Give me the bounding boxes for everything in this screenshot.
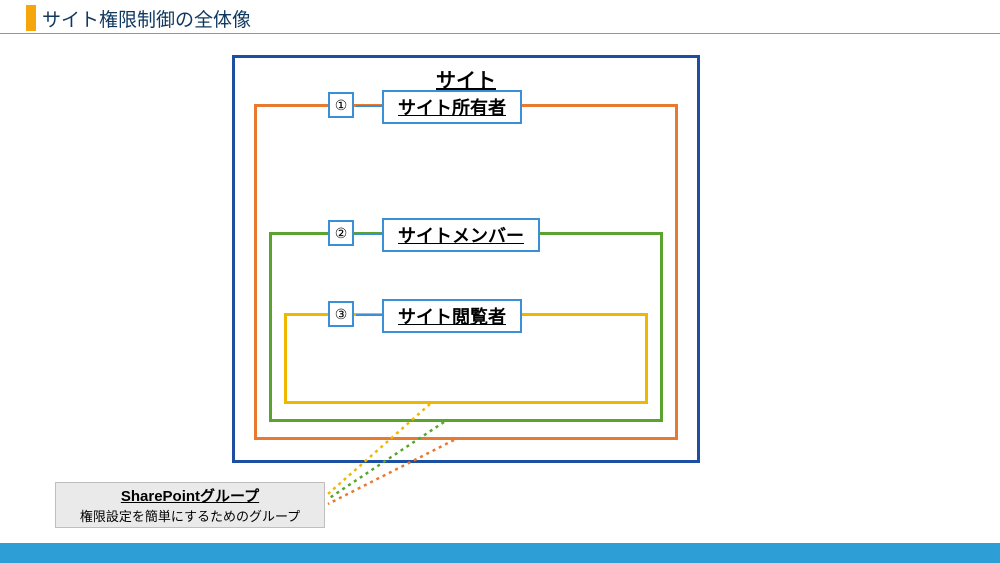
member-label: サイトメンバー bbox=[382, 218, 540, 252]
callout-title: SharePointグループ bbox=[56, 485, 324, 506]
site-heading: サイト bbox=[235, 64, 697, 93]
member-number-badge: ② bbox=[328, 220, 354, 246]
visitor-connector-icon bbox=[356, 314, 382, 316]
slide: サイト権限制御の全体像 サイト ① サイト所有者 ② サイトメンバー ③ サイト… bbox=[0, 0, 1000, 563]
footer-bar bbox=[0, 543, 1000, 563]
owner-connector-icon bbox=[356, 105, 382, 107]
title-rule bbox=[0, 33, 1000, 34]
owner-number-badge: ① bbox=[328, 92, 354, 118]
owner-label: サイト所有者 bbox=[382, 90, 522, 124]
callout-desc: 権限設定を簡単にするためのグループ bbox=[56, 506, 324, 525]
sharepoint-group-callout: SharePointグループ 権限設定を簡単にするためのグループ bbox=[55, 482, 325, 528]
member-connector-icon bbox=[356, 233, 382, 235]
title-accent-icon bbox=[26, 5, 36, 31]
title-bar: サイト権限制御の全体像 bbox=[0, 4, 1000, 32]
page-title: サイト権限制御の全体像 bbox=[42, 5, 251, 32]
visitor-label: サイト閲覧者 bbox=[382, 299, 522, 333]
visitor-number-badge: ③ bbox=[328, 301, 354, 327]
